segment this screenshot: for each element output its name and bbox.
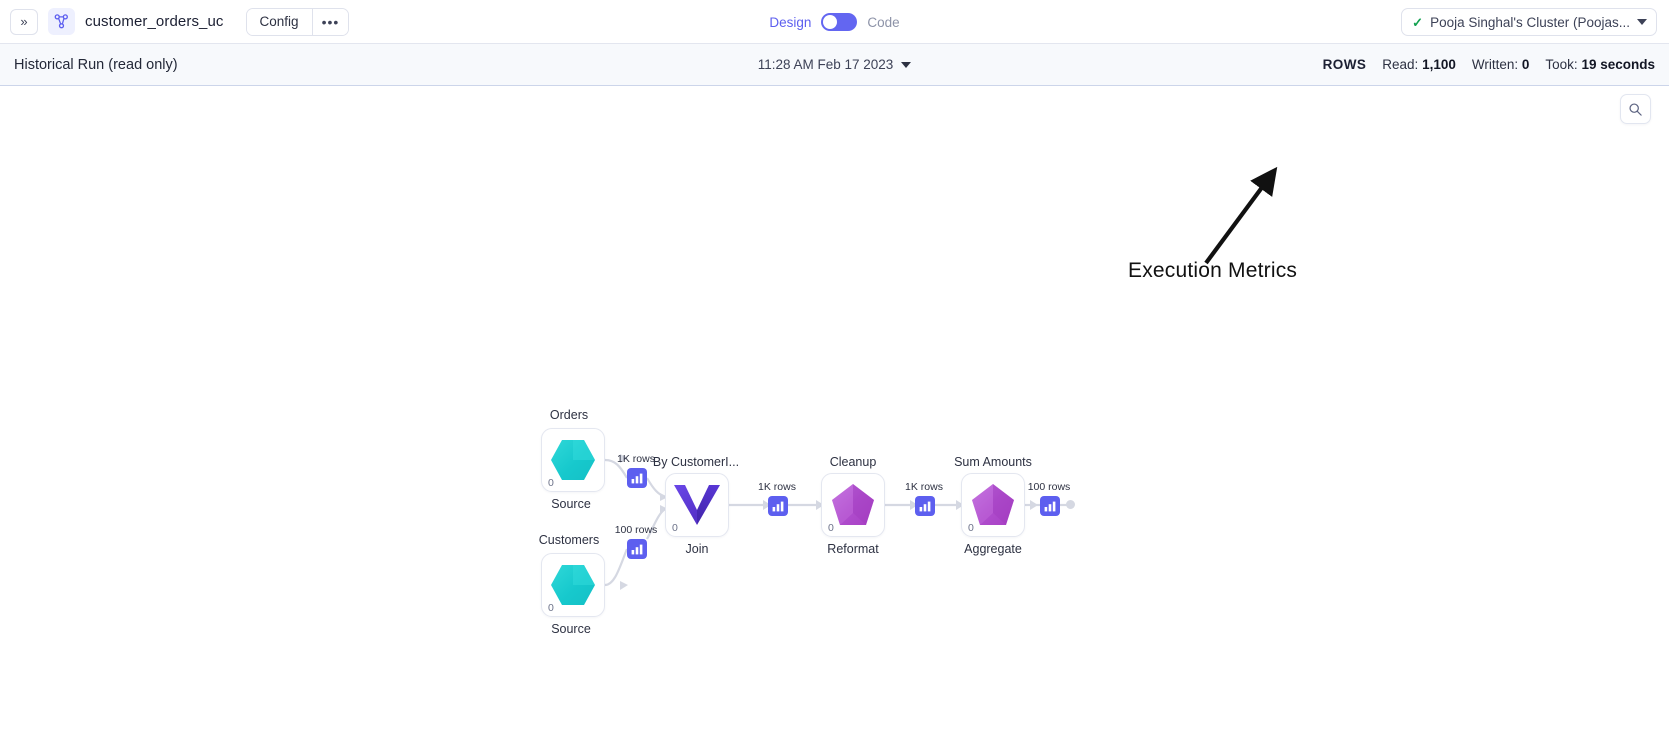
node-badge-count-customers: 0	[548, 601, 554, 614]
design-code-toggle[interactable]	[821, 13, 858, 31]
metrics-rows-label: ROWS	[1322, 57, 1367, 72]
chevron-join-icon	[674, 485, 720, 525]
node-badge-count-reformat: 0	[828, 521, 834, 534]
hexagon-source-icon	[551, 565, 595, 605]
edge-customers-badge	[604, 548, 629, 587]
node-title-join: By CustomerI...	[652, 455, 740, 469]
run-mode-label: Historical Run (read only)	[14, 56, 178, 73]
execution-metrics: ROWS Read: 1,100 Written: 0 Took: 19 sec…	[1323, 57, 1655, 72]
config-button[interactable]: Config	[246, 8, 312, 35]
document-actions-group: Config •••	[245, 7, 350, 36]
toolbar-left-group: » customer_orders_uc Config •••	[0, 7, 350, 36]
chevron-down-icon	[901, 61, 912, 68]
graph-output-endpoint[interactable]	[1066, 500, 1075, 509]
app-root: » customer_orders_uc Config ••• Design C…	[0, 0, 1669, 756]
metric-label-aggregate-output: 100 rows	[1027, 481, 1071, 493]
metrics-took: Took: 19 seconds	[1545, 57, 1655, 72]
top-toolbar: » customer_orders_uc Config ••• Design C…	[0, 0, 1669, 44]
bar-chart-icon	[919, 501, 931, 511]
cluster-selector[interactable]: ✓ Pooja Singhal's Cluster (Poojas...	[1401, 8, 1657, 36]
run-timestamp-label: 11:28 AM Feb 17 2023	[757, 57, 894, 72]
metrics-took-label: Took:	[1545, 57, 1578, 72]
bar-chart-icon	[631, 544, 643, 554]
metric-label-orders-join: 1K rows	[617, 453, 655, 465]
pipeline-canvas[interactable]: Execution Metrics Orders 0 Source Custom…	[0, 86, 1669, 756]
node-badge-count-aggregate: 0	[968, 521, 974, 534]
run-status-bar: Historical Run (read only) 11:28 AM Feb …	[0, 44, 1669, 86]
node-title-orders: Orders	[549, 408, 589, 422]
node-customers[interactable]: 0	[541, 553, 605, 617]
node-subtitle-orders: Source	[551, 497, 591, 511]
pipeline-nodes-glyph	[54, 14, 68, 29]
pentagon-transform-icon	[832, 484, 874, 525]
metrics-took-value: 19 seconds	[1581, 57, 1655, 72]
metrics-read-value: 1,100	[1422, 57, 1456, 72]
chevron-down-icon	[1637, 19, 1647, 25]
check-icon: ✓	[1412, 14, 1424, 30]
metric-badge-orders-join[interactable]	[627, 468, 647, 488]
node-title-reformat: Cleanup	[829, 455, 877, 469]
metrics-read-label: Read:	[1382, 57, 1419, 72]
node-subtitle-join: Join	[685, 542, 709, 556]
tab-design[interactable]: Design	[769, 15, 811, 30]
metrics-written-value: 0	[1521, 57, 1530, 72]
node-orders[interactable]: 0	[541, 428, 605, 492]
node-join[interactable]: 0	[665, 473, 729, 537]
node-subtitle-customers: Source	[551, 622, 591, 636]
bar-chart-icon	[772, 501, 784, 511]
pipeline-graph: Orders 0 Source Customers 0 Source By Cu…	[0, 86, 1669, 756]
graph-edges	[604, 454, 1068, 590]
document-title: customer_orders_uc	[85, 13, 224, 30]
chevron-double-right-icon: »	[20, 14, 28, 29]
toggle-knob	[823, 15, 838, 29]
cluster-name-label: Pooja Singhal's Cluster (Poojas...	[1430, 14, 1630, 30]
metrics-written: Written: 0	[1472, 57, 1530, 72]
metrics-written-label: Written:	[1471, 57, 1519, 72]
node-subtitle-reformat: Reformat	[827, 542, 879, 556]
metric-badge-join-reformat[interactable]	[768, 496, 788, 516]
metric-badge-aggregate-output[interactable]	[1040, 496, 1060, 516]
metric-badge-reformat-aggregate[interactable]	[915, 496, 935, 516]
node-aggregate[interactable]: 0	[961, 473, 1025, 537]
pipeline-nodes-icon	[48, 8, 75, 35]
node-title-aggregate: Sum Amounts	[954, 455, 1032, 469]
metric-badge-customers-join[interactable]	[627, 539, 647, 559]
pentagon-transform-icon	[972, 484, 1014, 525]
node-subtitle-aggregate: Aggregate	[964, 542, 1022, 556]
hexagon-source-icon	[551, 440, 595, 480]
expand-sidebar-button[interactable]: »	[10, 8, 38, 35]
node-title-customers: Customers	[538, 533, 600, 547]
bar-chart-icon	[1044, 501, 1056, 511]
node-reformat[interactable]: 0	[821, 473, 885, 537]
run-timestamp-selector[interactable]: 11:28 AM Feb 17 2023	[758, 57, 912, 72]
more-options-button[interactable]: •••	[311, 8, 349, 35]
metric-label-customers-join: 100 rows	[614, 524, 658, 536]
metrics-read: Read: 1,100	[1382, 57, 1456, 72]
bar-chart-icon	[631, 473, 643, 483]
node-badge-count-orders: 0	[548, 476, 554, 489]
metric-label-join-reformat: 1K rows	[758, 481, 796, 493]
node-badge-count-join: 0	[672, 521, 678, 534]
tab-code[interactable]: Code	[867, 15, 899, 30]
metric-label-reformat-aggregate: 1K rows	[905, 481, 943, 493]
